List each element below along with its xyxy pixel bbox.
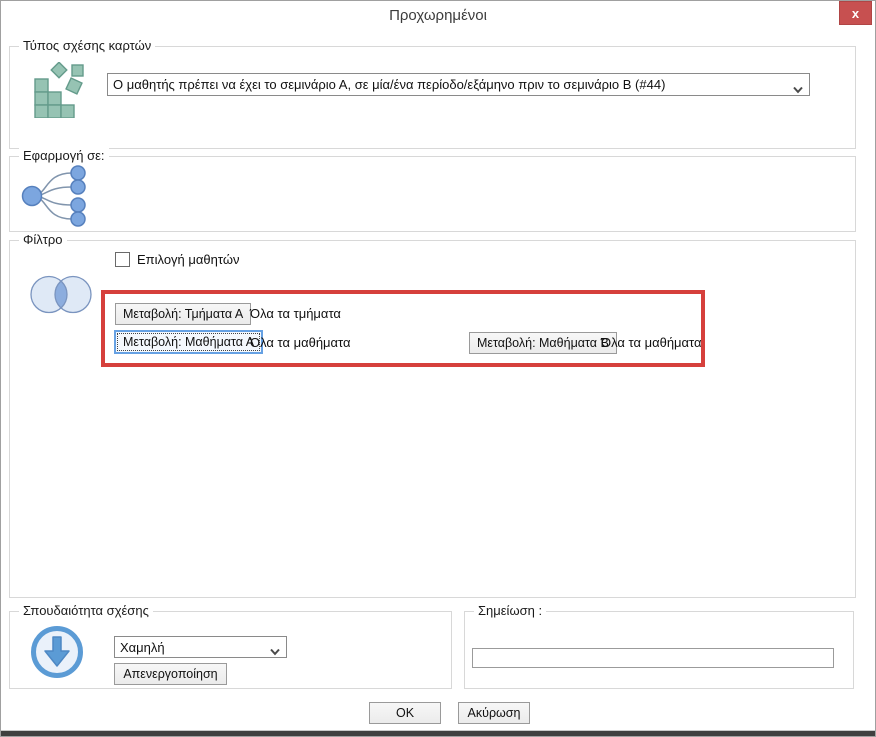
subjects-b-value: Όλα τα μαθήματα bbox=[601, 335, 702, 350]
importance-selected-value: Χαμηλή bbox=[120, 640, 165, 655]
advanced-dialog: Προχωρημένοι x Τύπος σχέσης καρτών bbox=[0, 0, 876, 737]
relation-type-legend: Τύπος σχέσης καρτών bbox=[19, 38, 155, 53]
hierarchy-tree-icon bbox=[20, 165, 96, 227]
change-classes-a-button[interactable]: Μεταβολή: Τμήματα Α bbox=[115, 303, 251, 325]
change-subjects-a-button[interactable]: Μεταβολή: Μαθήματα Α bbox=[114, 330, 263, 354]
relation-type-select[interactable]: Ο μαθητής πρέπει να έχει το σεμινάριο Α,… bbox=[107, 73, 810, 96]
disable-button[interactable]: Απενεργοποίηση bbox=[114, 663, 227, 685]
note-legend: Σημείωση : bbox=[474, 603, 546, 618]
close-button[interactable]: x bbox=[839, 1, 872, 25]
ok-button[interactable]: OK bbox=[369, 702, 441, 724]
groupbox-apply-to: Εφαρμογή σε: bbox=[9, 156, 856, 232]
select-students-checkbox[interactable] bbox=[115, 252, 130, 267]
title-bar: Προχωρημένοι bbox=[1, 1, 875, 31]
importance-select[interactable]: Χαμηλή bbox=[114, 636, 287, 658]
close-icon: x bbox=[852, 6, 859, 21]
note-input[interactable] bbox=[472, 648, 834, 668]
groupbox-importance: Σπουδαιότητα σχέσης Χαμηλή Απενεργοποίησ… bbox=[9, 611, 452, 689]
apply-to-legend: Εφαρμογή σε: bbox=[19, 148, 109, 163]
subjects-a-value: Όλα τα μαθήματα bbox=[250, 335, 351, 350]
relation-type-selected-value: Ο μαθητής πρέπει να έχει το σεμινάριο Α,… bbox=[113, 77, 665, 92]
window-bottom-edge bbox=[1, 730, 875, 736]
select-students-label[interactable]: Επιλογή μαθητών bbox=[137, 252, 239, 267]
arrow-down-circle-icon bbox=[30, 625, 84, 679]
highlight-rectangle bbox=[101, 290, 705, 367]
importance-legend: Σπουδαιότητα σχέσης bbox=[19, 603, 153, 618]
change-subjects-b-button[interactable]: Μεταβολή: Μαθήματα Β bbox=[469, 332, 617, 354]
groupbox-filter: Φίλτρο Επιλογή μαθητών Μεταβολή: Τμήματα… bbox=[9, 240, 856, 598]
cancel-button[interactable]: Ακύρωση bbox=[458, 702, 530, 724]
classes-a-value: Όλα τα τμήματα bbox=[250, 306, 341, 321]
chevron-down-icon bbox=[270, 644, 280, 651]
dialog-title: Προχωρημένοι bbox=[389, 7, 487, 24]
chevron-down-icon bbox=[793, 81, 803, 88]
venn-diagram-icon bbox=[29, 272, 97, 317]
filter-legend: Φίλτρο bbox=[19, 232, 67, 247]
groupbox-note: Σημείωση : bbox=[464, 611, 854, 689]
cards-cluster-icon bbox=[32, 62, 88, 118]
groupbox-relation-type: Τύπος σχέσης καρτών Ο μαθητής πρέπει να … bbox=[9, 46, 856, 149]
